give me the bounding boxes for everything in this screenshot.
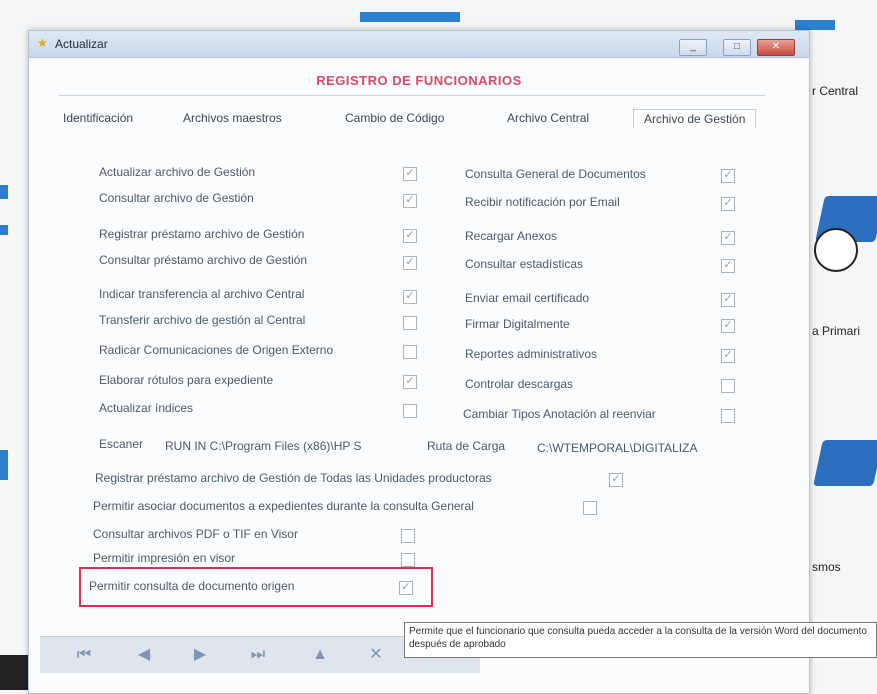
tab-archivo-central[interactable]: Archivo Central	[503, 109, 593, 127]
perm-label: Radicar Comunicaciones de Origen Externo	[99, 343, 334, 357]
perm-checkbox[interactable]: ✓	[403, 229, 417, 243]
scanner-path-field[interactable]: RUN IN C:\Program Files (x86)\HP S	[165, 439, 361, 453]
perm-checkbox[interactable]: ✓	[721, 319, 735, 333]
next-record-icon[interactable]: ▶	[186, 643, 214, 667]
clear-icon[interactable]: ✕	[362, 643, 390, 667]
upload-icon[interactable]: ▲	[306, 643, 334, 667]
perm-label: Registrar préstamo archivo de Gestión de…	[95, 471, 492, 485]
perm-label: Elaborar rótulos para expediente	[99, 373, 274, 387]
perm-checkbox[interactable]	[401, 553, 415, 567]
perm-label: Actualizar archivo de Gestión	[99, 165, 256, 179]
perm-checkbox[interactable]: ✓	[609, 473, 623, 487]
close-button[interactable]: ✕	[757, 39, 795, 56]
scanner-label: Escaner	[99, 437, 144, 451]
perm-checkbox[interactable]: ✓	[721, 169, 735, 183]
perm-label: Permitir asociar documentos a expediente…	[93, 499, 474, 513]
tab-identificacion[interactable]: Identificación	[59, 109, 137, 127]
maximize-button[interactable]: □	[723, 39, 751, 56]
perm-label: Firmar Digitalmente	[465, 317, 570, 331]
background-header-bar	[795, 20, 835, 30]
folder-icon	[813, 440, 877, 486]
background-side-marker	[0, 225, 8, 235]
perm-checkbox[interactable]: ✓	[399, 581, 413, 595]
perm-checkbox[interactable]	[403, 316, 417, 330]
perm-label: Consultar estadísticas	[465, 257, 584, 271]
perm-checkbox[interactable]: ✓	[403, 167, 417, 181]
title-divider	[59, 95, 765, 96]
tab-strip: Identificación Archivos maestros Cambio …	[59, 109, 789, 131]
perm-checkbox[interactable]	[583, 501, 597, 515]
perm-label: Recargar Anexos	[465, 229, 558, 243]
last-record-icon[interactable]: ⏭	[244, 643, 272, 667]
tab-archivo-de-gestion[interactable]: Archivo de Gestión	[633, 109, 757, 128]
perm-checkbox[interactable]	[401, 529, 415, 543]
perm-label: Indicar transferencia al archivo Central	[99, 287, 305, 301]
tooltip: Permite que el funcionario que consulta …	[404, 622, 877, 658]
update-dialog: ★ Actualizar _ □ ✕ REGISTRO DE FUNCIONAR…	[28, 30, 810, 694]
background-shadow	[0, 655, 30, 690]
background-label: smos	[812, 560, 841, 574]
perm-checkbox[interactable]	[721, 379, 735, 393]
background-side-marker	[0, 450, 8, 480]
perm-checkbox[interactable]	[403, 345, 417, 359]
perm-label: Consultar archivos PDF o TIF en Visor	[93, 527, 298, 541]
upload-path-field[interactable]: C:\WTEMPORAL\DIGITALIZA	[537, 441, 697, 455]
perm-checkbox[interactable]: ✓	[403, 194, 417, 208]
perm-label: Consultar archivo de Gestión	[99, 191, 254, 205]
window-title: Actualizar	[55, 37, 108, 51]
perm-checkbox[interactable]: ✓	[721, 197, 735, 211]
perm-checkbox[interactable]: ✓	[721, 293, 735, 307]
previous-record-icon[interactable]: ◀	[130, 643, 158, 667]
perm-label: Recibir notificación por Email	[465, 195, 620, 209]
perm-checkbox[interactable]: ✓	[403, 290, 417, 304]
perm-checkbox[interactable]: ✓	[721, 349, 735, 363]
perm-checkbox[interactable]: ✓	[721, 259, 735, 273]
perm-label: Reportes administrativos	[465, 347, 598, 361]
minimize-button[interactable]: _	[679, 39, 707, 56]
form-title: REGISTRO DE FUNCIONARIOS	[316, 73, 522, 88]
background-label: a Primari	[812, 324, 861, 338]
perm-label: Permitir consulta de documento origen	[89, 579, 295, 593]
perm-label: Consultar préstamo archivo de Gestión	[99, 253, 308, 267]
clock-icon	[814, 228, 858, 272]
perm-checkbox[interactable]: ✓	[403, 375, 417, 389]
perm-checkbox[interactable]	[721, 409, 735, 423]
title-bar[interactable]: ★ Actualizar _ □ ✕	[29, 31, 809, 58]
tab-cambio-de-codigo[interactable]: Cambio de Código	[341, 109, 448, 127]
perm-checkbox[interactable]: ✓	[403, 256, 417, 270]
background-label: r Central	[812, 84, 859, 98]
perm-label: Transferir archivo de gestión al Central	[99, 313, 306, 327]
background-header-bar	[360, 12, 460, 22]
perm-label: Registrar préstamo archivo de Gestión	[99, 227, 305, 241]
perm-checkbox[interactable]	[403, 404, 417, 418]
perm-label: Consulta General de Documentos	[465, 167, 646, 181]
first-record-icon[interactable]: ⏮	[70, 643, 98, 667]
upload-path-label: Ruta de Carga	[427, 439, 506, 453]
background-side-marker	[0, 185, 8, 199]
app-icon: ★	[37, 36, 48, 50]
perm-checkbox[interactable]: ✓	[721, 231, 735, 245]
tab-archivos-maestros[interactable]: Archivos maestros	[179, 109, 286, 127]
perm-label: Actualizar índices	[99, 401, 194, 415]
perm-label: Cambiar Tipos Anotación al reenviar	[463, 407, 656, 421]
perm-label: Enviar email certificado	[465, 291, 590, 305]
perm-label: Controlar descargas	[465, 377, 574, 391]
perm-label: Permitir impresión en visor	[93, 551, 236, 565]
